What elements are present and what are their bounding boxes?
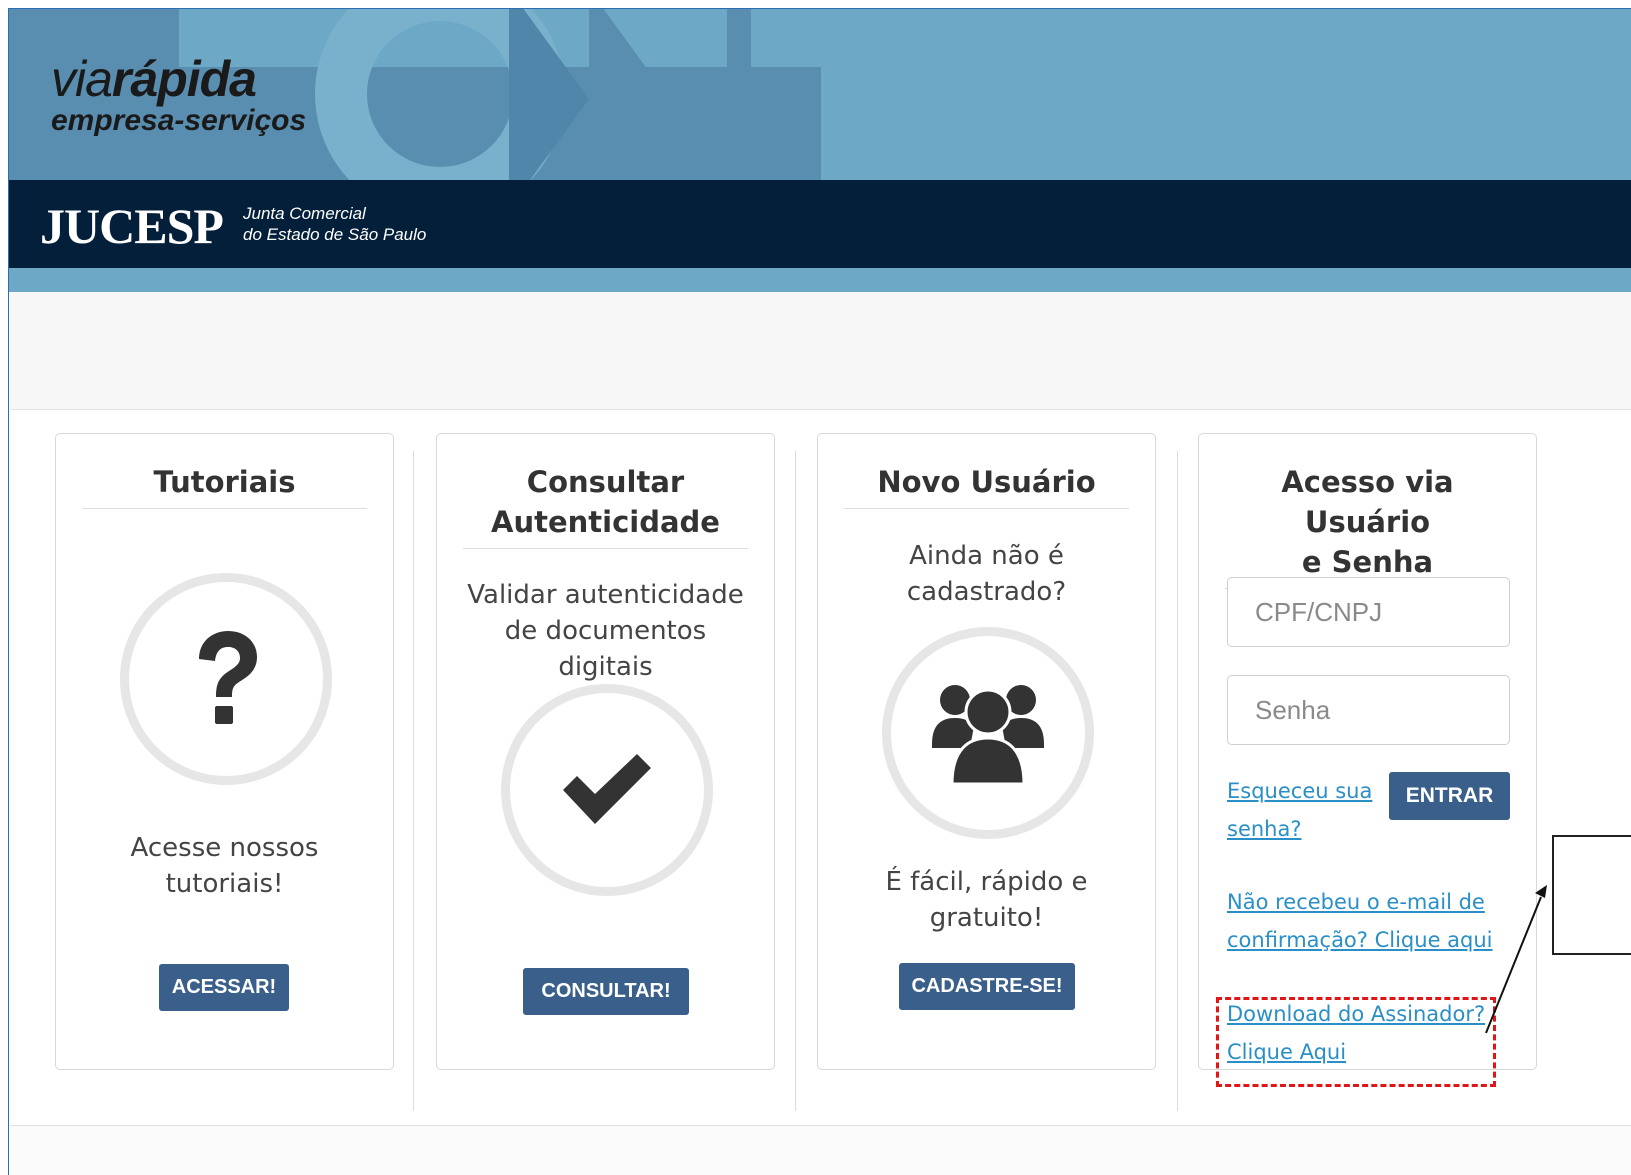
browser-frame: viarápida empresa-serviços JUCESP Junta … bbox=[8, 8, 1631, 1175]
callout-arrow bbox=[1485, 885, 1547, 1034]
